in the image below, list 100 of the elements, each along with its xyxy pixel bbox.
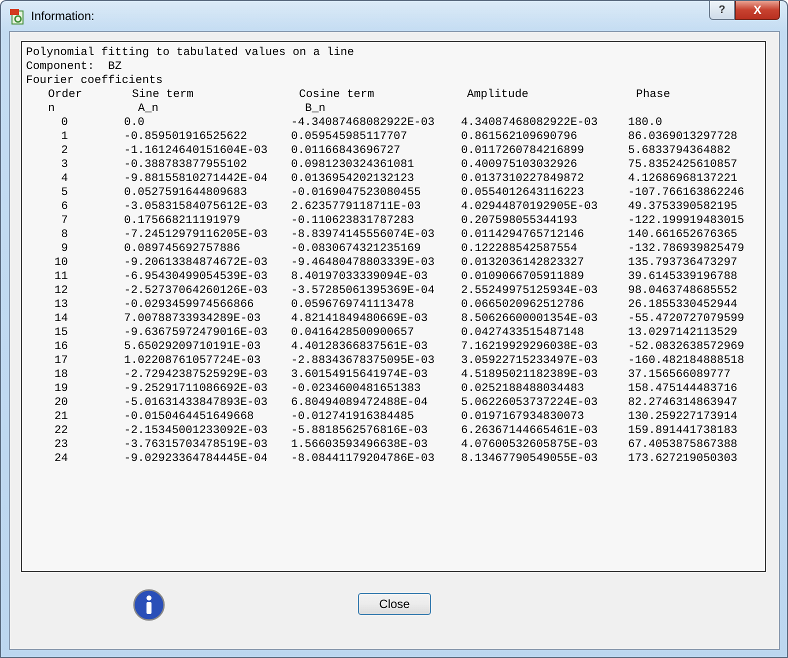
table-cell-text: -2.15345001233092E-03	[124, 424, 269, 438]
table-cell-text: -132.786939825479	[628, 242, 746, 256]
column-subheader: A_n	[137, 102, 160, 116]
table-cell-text: 4.07600532605875E-03	[461, 438, 599, 452]
table-cell-text: 6.80494089472488E-04	[291, 396, 429, 410]
table-cell-text: 4.02944870192905E-03	[461, 200, 599, 214]
table-cell-text: 26.1855330452944	[628, 298, 738, 312]
table-cell-text: -0.0150464451649668	[124, 410, 255, 424]
table-cell-text: 39.6145339196788	[628, 270, 738, 284]
table-cell-text: 98.0463748685552	[628, 284, 738, 298]
order-cell-text: 11	[53, 270, 69, 284]
table-cell-text: 13.0297142113529	[628, 326, 738, 340]
table-cell-text: -107.766163862246	[628, 186, 746, 200]
order-cell-text: 12	[53, 284, 69, 298]
table-cell-text: 2.55249975125934E-03	[461, 284, 599, 298]
table-cell-text: 0.0114294765712146	[461, 228, 586, 242]
table-cell-text: 75.8352425610857	[628, 158, 738, 172]
table-cell-text: 135.793736473297	[628, 256, 738, 270]
table-cell-text: 0.861562109690796	[461, 130, 578, 144]
app-icon	[9, 8, 25, 24]
table-cell-text: 3.05922715233497E-03	[461, 354, 599, 368]
table-cell-text: 0.0136954202132123	[291, 172, 416, 186]
table-cell-text: 82.2746314863947	[628, 396, 738, 410]
column-header: Amplitude	[466, 88, 530, 102]
table-cell-text: 8.13467790549055E-03	[461, 452, 599, 466]
table-cell-text: -9.25291711086692E-03	[124, 382, 269, 396]
table-cell-text: -9.46480478803339E-03	[291, 256, 436, 270]
order-cell-text: 7	[60, 214, 69, 228]
report-line: Polynomial fitting to tabulated values on a line	[26, 46, 356, 60]
column-header: Sine term	[131, 88, 195, 102]
table-cell-text: 67.4053875867388	[628, 438, 738, 452]
table-cell-text: 0.0	[124, 116, 146, 130]
table-cell-text: 0.0416428500900657	[291, 326, 416, 340]
table-cell-text: -0.0169047523080455	[291, 186, 422, 200]
order-cell-text: 16	[53, 340, 69, 354]
column-subheader: B_n	[304, 102, 327, 116]
table-cell-text: 0.0665020962512786	[461, 298, 586, 312]
close-button[interactable]: Close	[358, 593, 431, 615]
table-cell-text: 140.661652676365	[628, 228, 738, 242]
table-cell-text: -1.16124640151604E-03	[124, 144, 269, 158]
table-cell-text: 5.06226053737224E-03	[461, 396, 599, 410]
order-cell-text: 2	[60, 144, 69, 158]
table-cell-text: -7.24512979116205E-03	[124, 228, 269, 242]
window-title: Information:	[31, 9, 94, 23]
table-cell-text: -6.95430499054539E-03	[124, 270, 269, 284]
help-button[interactable]: ?	[709, 1, 735, 20]
table-cell-text: 1.02208761057724E-03	[124, 354, 262, 368]
table-cell-text: 4.82141849480669E-03	[291, 312, 429, 326]
column-header: Cosine term	[298, 88, 376, 102]
order-cell-text: 15	[53, 326, 69, 340]
table-cell-text: -3.05831584075612E-03	[124, 200, 269, 214]
table-cell-text: 0.01166843696727	[291, 144, 402, 158]
order-cell-text: 1	[60, 130, 69, 144]
table-cell-text: -9.20613384874672E-03	[124, 256, 269, 270]
table-cell-text: -9.02923364784445E-04	[124, 452, 269, 466]
table-cell-text: 0.0527591644809683	[124, 186, 248, 200]
table-cell-text: 0.0117260784216899	[461, 144, 586, 158]
order-cell-text: 4	[60, 172, 69, 186]
order-cell-text: 18	[53, 368, 69, 382]
close-button[interactable]: X	[735, 1, 780, 20]
table-cell-text: 0.207598055344193	[461, 214, 578, 228]
info-icon	[133, 589, 165, 621]
table-cell-text: 0.0252188488034483	[461, 382, 586, 396]
table-cell-text: 0.400975103032926	[461, 158, 578, 172]
table-cell-text: 7.00788733934289E-03	[124, 312, 262, 326]
table-cell-text: -9.63675972479016E-03	[124, 326, 269, 340]
order-cell-text: 22	[53, 424, 69, 438]
table-cell-text: -5.8818562576816E-03	[291, 424, 429, 438]
table-cell-text: 4.34087468082922E-03	[461, 116, 599, 130]
column-header: Phase	[635, 88, 672, 102]
order-cell-text: 21	[53, 410, 69, 424]
table-cell-text: 2.6235779118711E-03	[291, 200, 422, 214]
order-cell-text: 14	[53, 312, 69, 326]
table-cell-text: 0.0132036142823327	[461, 256, 586, 270]
table-cell-text: 0.0981230324361081	[291, 158, 416, 172]
order-cell-text: 20	[53, 396, 69, 410]
order-cell-text: 3	[60, 158, 69, 172]
order-cell-text: 23	[53, 438, 69, 452]
order-cell-text: 0	[60, 116, 69, 130]
table-cell-text: 0.0197167934830073	[461, 410, 586, 424]
table-cell-text: 86.0369013297728	[628, 130, 738, 144]
table-cell-text: 0.089745692757886	[124, 242, 242, 256]
order-cell-text: 13	[53, 298, 69, 312]
order-cell-text: 17	[53, 354, 69, 368]
table-cell-text: 5.65029209710191E-03	[124, 340, 262, 354]
table-cell-text: -4.34087468082922E-03	[291, 116, 436, 130]
table-cell-text: 0.0554012643116223	[461, 186, 586, 200]
order-cell-text: 5	[60, 186, 69, 200]
table-cell-text: 0.122288542587554	[461, 242, 578, 256]
table-cell-text: 49.3753390582195	[628, 200, 738, 214]
order-cell-text: 10	[53, 256, 69, 270]
table-cell-text: 4.40128366837561E-03	[291, 340, 429, 354]
table-cell-text: -122.199919483015	[628, 214, 746, 228]
order-cell-text: 8	[60, 228, 69, 242]
table-cell-text: -0.859501916525622	[124, 130, 248, 144]
table-cell-text: -8.08441179204786E-03	[291, 452, 436, 466]
table-cell-text: 6.26367144665461E-03	[461, 424, 599, 438]
report-line: Fourier coefficients	[26, 74, 164, 88]
table-cell-text: -5.01631433847893E-03	[124, 396, 269, 410]
table-cell-text: -8.83974145556074E-03	[291, 228, 436, 242]
